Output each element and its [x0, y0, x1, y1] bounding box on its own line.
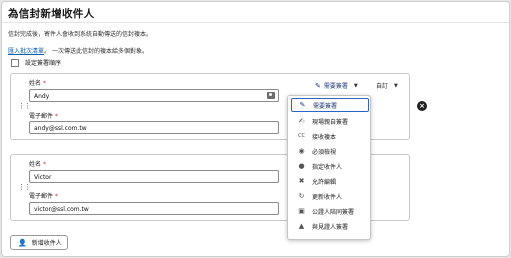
- email-input[interactable]: andy@ssl.com.tw: [29, 121, 279, 134]
- pen-icon: ✎: [315, 81, 321, 90]
- name-input[interactable]: Victor: [29, 170, 279, 183]
- role-option-label: 允許編輯: [312, 178, 337, 186]
- witness-icon: ▲: [298, 222, 305, 230]
- page-title: 為信封新增收件人: [8, 8, 95, 20]
- pen-icon: ✎: [299, 101, 306, 109]
- cc-icon: CC: [298, 133, 305, 139]
- drag-handle-icon[interactable]: ⋮⋮: [18, 184, 31, 191]
- role-select[interactable]: ✎ 需要簽署 ▼: [315, 81, 358, 91]
- role-option-label: 需要簽署: [313, 102, 338, 110]
- role-option-label: 必須檢視: [312, 148, 337, 156]
- import-batch-link[interactable]: 匯入批次清單: [8, 48, 44, 55]
- role-option-view[interactable]: ◉ 必須檢視: [291, 144, 369, 158]
- name-label: 姓名 *: [29, 80, 46, 87]
- notary-icon: ▣: [298, 207, 305, 215]
- email-label: 電子郵件 *: [29, 193, 58, 200]
- import-hint: 。: [44, 48, 51, 55]
- name-label: 姓名 *: [29, 161, 46, 168]
- add-recipient-button[interactable]: 👤 新增收件人: [10, 235, 68, 250]
- custom-select[interactable]: 自訂 ▼: [376, 81, 398, 91]
- email-label: 電子郵件 *: [29, 113, 58, 120]
- add-recipient-label: 新增收件人: [31, 240, 62, 247]
- role-option-label: 公證人陪同簽署: [312, 208, 355, 216]
- role-option-label: 指定收件人: [312, 163, 343, 171]
- role-dropdown-menu: ✎ 需要簽署 ✍ 現場親自簽署 CC 接收複本 ◉ 必須檢視 ● 指定收件人 ✖…: [287, 95, 371, 240]
- person-icon: ●: [298, 162, 305, 170]
- role-option-sign[interactable]: ✎ 需要簽署: [291, 98, 369, 112]
- page-description: 信封完成後，寄件人會收到系統自動傳送的信封複本。: [8, 31, 153, 38]
- chevron-down-icon: ▼: [353, 82, 358, 89]
- role-option-in-person[interactable]: ✍ 現場親自簽署: [291, 114, 369, 128]
- role-option-label: 接收複本: [312, 133, 337, 141]
- role-option-cc[interactable]: CC 接收複本: [291, 129, 369, 143]
- role-option-assign[interactable]: ● 指定收件人: [291, 159, 369, 173]
- email-input[interactable]: victor@ssl.com.tw: [29, 202, 279, 215]
- role-option-notary[interactable]: ▣ 公證人陪同簽署: [291, 204, 369, 218]
- refresh-person-icon: ↻: [298, 192, 305, 200]
- contact-card-icon[interactable]: [267, 92, 275, 99]
- title-divider: [2, 22, 509, 23]
- remove-recipient-icon[interactable]: ×: [417, 101, 427, 111]
- recipients-panel: 為信封新增收件人 信封完成後，寄件人會收到系統自動傳送的信封複本。 匯入批次清單…: [1, 1, 510, 257]
- signing-order-label: 設定簽署順序: [25, 60, 62, 67]
- chevron-down-icon: ▼: [394, 82, 398, 89]
- add-person-icon: 👤: [18, 238, 27, 247]
- name-input[interactable]: Andy: [29, 89, 279, 102]
- set-signing-order-row[interactable]: 設定簽署順序: [11, 58, 61, 67]
- import-row: 匯入批次清單。 一次傳送此信封的複本給多個對象。: [8, 46, 148, 55]
- role-option-update[interactable]: ↻ 更新收件人: [291, 189, 369, 203]
- role-option-label: 現場親自簽署: [312, 118, 349, 126]
- role-select-label: 需要簽署: [323, 83, 348, 90]
- role-option-edit[interactable]: ✖ 允許編輯: [291, 174, 369, 188]
- cross-tools-icon: ✖: [298, 177, 305, 185]
- pen-person-icon: ✍: [298, 117, 305, 125]
- role-option-witness[interactable]: ▲ 與見證人簽署: [291, 219, 369, 233]
- eye-icon: ◉: [298, 147, 305, 155]
- role-option-label: 與見證人簽署: [312, 223, 349, 231]
- import-description: 一次傳送此信封的複本給多個對象。: [51, 48, 148, 55]
- custom-select-label: 自訂: [376, 83, 389, 90]
- drag-handle-icon[interactable]: ⋮⋮: [18, 103, 31, 110]
- signing-order-checkbox[interactable]: [11, 58, 19, 67]
- role-option-label: 更新收件人: [312, 193, 343, 201]
